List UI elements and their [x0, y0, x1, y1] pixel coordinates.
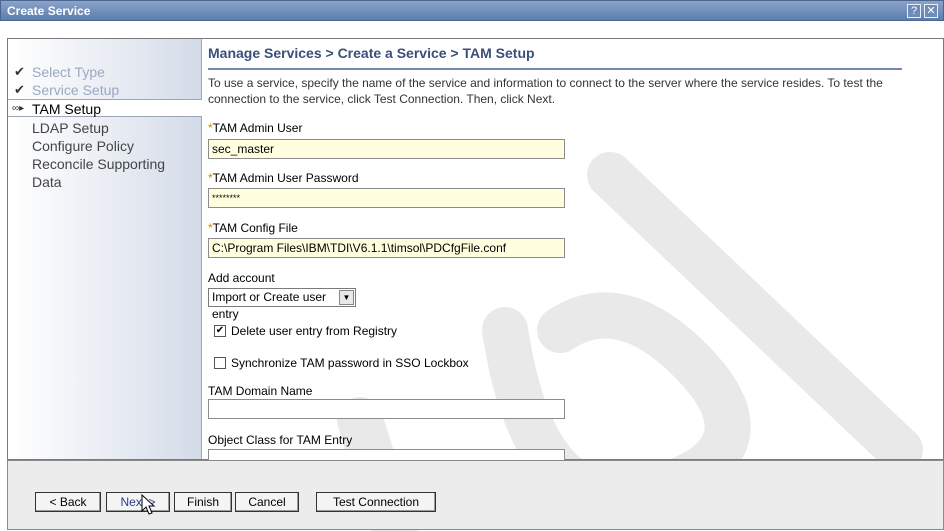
help-button[interactable]: ? [907, 4, 921, 18]
mouse-pointer-icon [141, 494, 156, 515]
cancel-button[interactable]: Cancel [235, 492, 299, 512]
nav-item-reconcile-data[interactable]: Data [8, 173, 202, 191]
chevron-down-icon[interactable]: ▼ [339, 290, 354, 305]
nav-item-service-setup[interactable]: ✔ Service Setup [8, 81, 202, 99]
close-button[interactable]: ✕ [924, 4, 938, 18]
test-connection-button[interactable]: Test Connection [316, 492, 436, 512]
checkmark-icon: ✔ [14, 64, 25, 79]
page-description: To use a service, specify the name of th… [208, 76, 883, 106]
domain-name-label: TAM Domain Name [208, 384, 313, 398]
nav-item-configure-policy[interactable]: Configure Policy [8, 137, 202, 155]
nav-item-ldap-setup[interactable]: LDAP Setup [8, 119, 202, 137]
delete-entry-label: Delete user entry from Registry [231, 324, 398, 338]
checkmark-icon: ✔ [14, 82, 25, 97]
domain-name-input[interactable] [208, 399, 565, 419]
nav-item-label: Data [32, 174, 62, 190]
next-button[interactable]: Next > [106, 492, 170, 512]
window-titlebar: Create Service ? ✕ [0, 0, 944, 21]
add-account-select[interactable]: Import or Create user entry ▼ [208, 288, 356, 321]
window-title: Create Service [7, 4, 91, 18]
sync-password-checkbox[interactable] [214, 357, 226, 369]
wizard-steps-nav: ✔ Select Type ✔ Service Setup ∞▸ TAM Set… [8, 39, 202, 459]
nav-item-select-type[interactable]: ✔ Select Type [8, 63, 202, 81]
admin-user-input[interactable]: sec_master [208, 139, 565, 159]
nav-item-label: Configure Policy [32, 138, 134, 154]
nav-item-tam-setup[interactable]: ∞▸ TAM Setup [8, 99, 202, 117]
nav-item-reconcile-supporting[interactable]: Reconcile Supporting [8, 155, 202, 173]
add-account-label: Add account [208, 271, 275, 285]
current-step-arrow-icon: ∞▸ [12, 103, 25, 114]
sync-password-label: Synchronize TAM password in SSO Lockbox [231, 356, 469, 370]
back-button[interactable]: < Back [35, 492, 101, 512]
finish-button[interactable]: Finish [174, 492, 232, 512]
nav-item-label: Select Type [32, 64, 105, 80]
config-file-input[interactable]: C:\Program Files\IBM\TDI\V6.1.1\timsol\P… [208, 238, 565, 258]
admin-password-input[interactable]: ******** [208, 188, 565, 208]
object-class-label: Object Class for TAM Entry [208, 433, 353, 447]
add-account-selected-value: Import or Create user entry [212, 290, 327, 321]
nav-item-label: LDAP Setup [32, 120, 109, 136]
config-file-label: *TAM Config File [208, 221, 298, 235]
breadcrumb-title: Manage Services > Create a Service > TAM… [208, 45, 535, 61]
title-divider [208, 68, 902, 70]
nav-item-label: Reconcile Supporting [32, 156, 166, 172]
nav-item-label: TAM Setup [32, 101, 101, 117]
main-content: Manage Services > Create a Service > TAM… [208, 39, 938, 468]
delete-entry-checkbox[interactable]: ✔ [214, 325, 226, 337]
admin-user-label: *TAM Admin User [208, 121, 303, 135]
admin-password-label: *TAM Admin User Password [208, 171, 359, 185]
nav-item-label: Service Setup [32, 82, 120, 98]
